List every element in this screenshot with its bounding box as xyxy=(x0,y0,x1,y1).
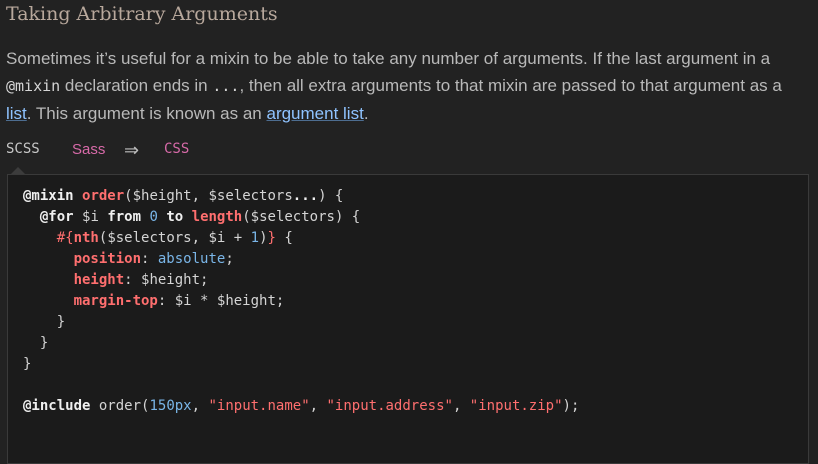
arrow-icon: ⇒ xyxy=(124,140,140,160)
tab-scss[interactable]: SCSS xyxy=(6,141,40,157)
code-line-4: position: absolute; xyxy=(73,251,234,267)
code-line-2: @for $i from 0 to length($selectors) { xyxy=(39,209,361,225)
code-line-3: #{nth($selectors, $i + 1)} { xyxy=(56,230,293,246)
scss-code: @mixin order($height, $selectors...) { @… xyxy=(23,186,579,417)
code-line-9: } xyxy=(23,356,32,372)
paragraph-text: . This argument is known as an xyxy=(26,104,267,123)
tab-css[interactable]: CSS xyxy=(164,141,189,157)
code-block[interactable]: @mixin order($height, $selectors...) { @… xyxy=(7,174,809,464)
code-line-7: } xyxy=(56,314,66,330)
paragraph-text: , then all extra arguments to that mixin… xyxy=(239,76,782,95)
argument-list-link[interactable]: argument list xyxy=(266,104,363,123)
paragraph-text: declaration ends in xyxy=(60,76,213,95)
paragraph-text: Sometimes it’s useful for a mixin to be … xyxy=(6,49,771,68)
code-line-6: margin-top: $i * $height; xyxy=(73,293,285,309)
code-line-8: } xyxy=(39,335,49,351)
inline-code-mixin: @mixin xyxy=(6,77,61,95)
section-heading: Taking Arbitrary Arguments xyxy=(6,3,278,25)
paragraph-text: . xyxy=(363,104,369,123)
active-tab-indicator xyxy=(11,167,25,174)
list-link[interactable]: list xyxy=(6,104,27,123)
description-paragraph: Sometimes it’s useful for a mixin to be … xyxy=(6,45,812,127)
inline-code-dots: ... xyxy=(212,77,240,95)
code-line-1: @mixin order($height, $selectors...) { xyxy=(23,188,344,204)
tab-sass[interactable]: Sass xyxy=(72,141,105,158)
code-line-5: height: $height; xyxy=(73,272,209,288)
code-line-11: @include order(150px, "input.name", "inp… xyxy=(23,398,580,414)
